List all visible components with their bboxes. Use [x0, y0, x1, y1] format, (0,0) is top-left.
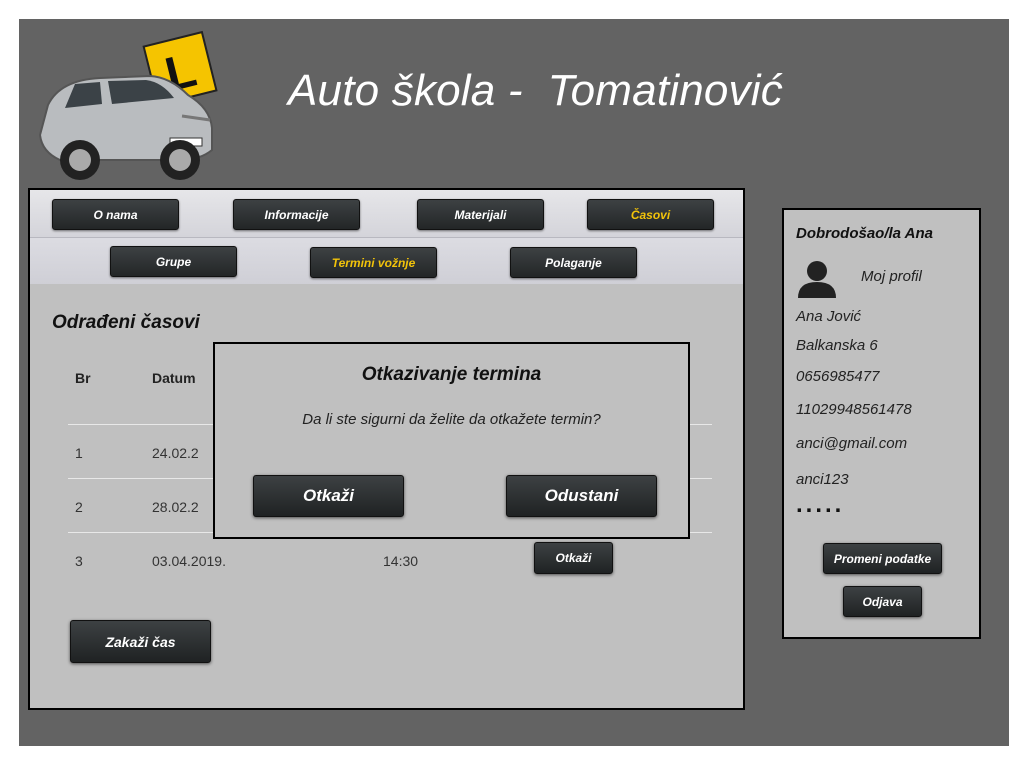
user-phone: 0656985477	[796, 368, 880, 385]
my-profile-link[interactable]: Moj profil	[861, 268, 922, 285]
nav-informacije[interactable]: Informacije	[233, 199, 360, 230]
column-header-br: Br	[75, 370, 91, 386]
user-sidebar: Dobrodošao/la Ana Moj profil Ana Jović B…	[782, 208, 981, 639]
driving-school-logo: L	[38, 30, 218, 180]
nav-casovi[interactable]: Časovi	[587, 199, 714, 230]
schedule-class-button[interactable]: Zakaži čas	[70, 620, 211, 663]
table-cell-datum: 24.02.2	[152, 445, 199, 461]
dialog-title: Otkazivanje termina	[361, 364, 542, 385]
table-cell-datum: 28.02.2	[152, 499, 199, 515]
confirm-cancel-button[interactable]: Otkaži	[253, 475, 404, 517]
user-username: anci123	[796, 471, 849, 488]
subnav-polaganje[interactable]: Polaganje	[510, 247, 637, 278]
column-header-datum: Datum	[152, 370, 196, 386]
section-title: Odrađeni časovi	[52, 312, 200, 333]
dialog-message: Da li ste sigurni da želite da otkažete …	[302, 411, 601, 428]
subnav-termini-voznje[interactable]: Termini vožnje	[310, 247, 437, 278]
cancel-confirmation-dialog: Otkazivanje termina Da li ste sigurni da…	[213, 342, 690, 539]
table-cell-br: 1	[75, 445, 83, 461]
table-cell-vreme: 14:30	[383, 553, 419, 569]
main-nav: O nama Informacije Materijali Časovi	[30, 190, 743, 238]
user-avatar-icon	[798, 261, 836, 298]
table-cell-br: 3	[75, 553, 83, 569]
table-cell-br: 2	[75, 499, 83, 515]
welcome-text: Dobrodošao/la Ana	[796, 225, 933, 242]
edit-profile-button[interactable]: Promeni podatke	[823, 543, 942, 574]
user-password-mask: .....	[796, 491, 845, 518]
nav-materijali[interactable]: Materijali	[417, 199, 544, 230]
logout-button[interactable]: Odjava	[843, 586, 922, 617]
user-address: Balkanska 6	[796, 337, 878, 354]
dismiss-button[interactable]: Odustani	[506, 475, 657, 517]
user-name: Ana Jović	[796, 308, 862, 325]
row-cancel-button[interactable]: Otkaži	[534, 542, 613, 574]
subnav-grupe[interactable]: Grupe	[110, 246, 237, 277]
nav-o-nama[interactable]: O nama	[52, 199, 179, 230]
user-email: anci@gmail.com	[796, 435, 908, 452]
sub-nav: Grupe Termini vožnje Polaganje	[30, 238, 743, 284]
table-cell-datum: 03.04.2019.	[152, 553, 226, 569]
site-title: Auto škola - Tomatinović	[288, 66, 783, 115]
user-jmbg: 11029948561478	[796, 401, 912, 418]
